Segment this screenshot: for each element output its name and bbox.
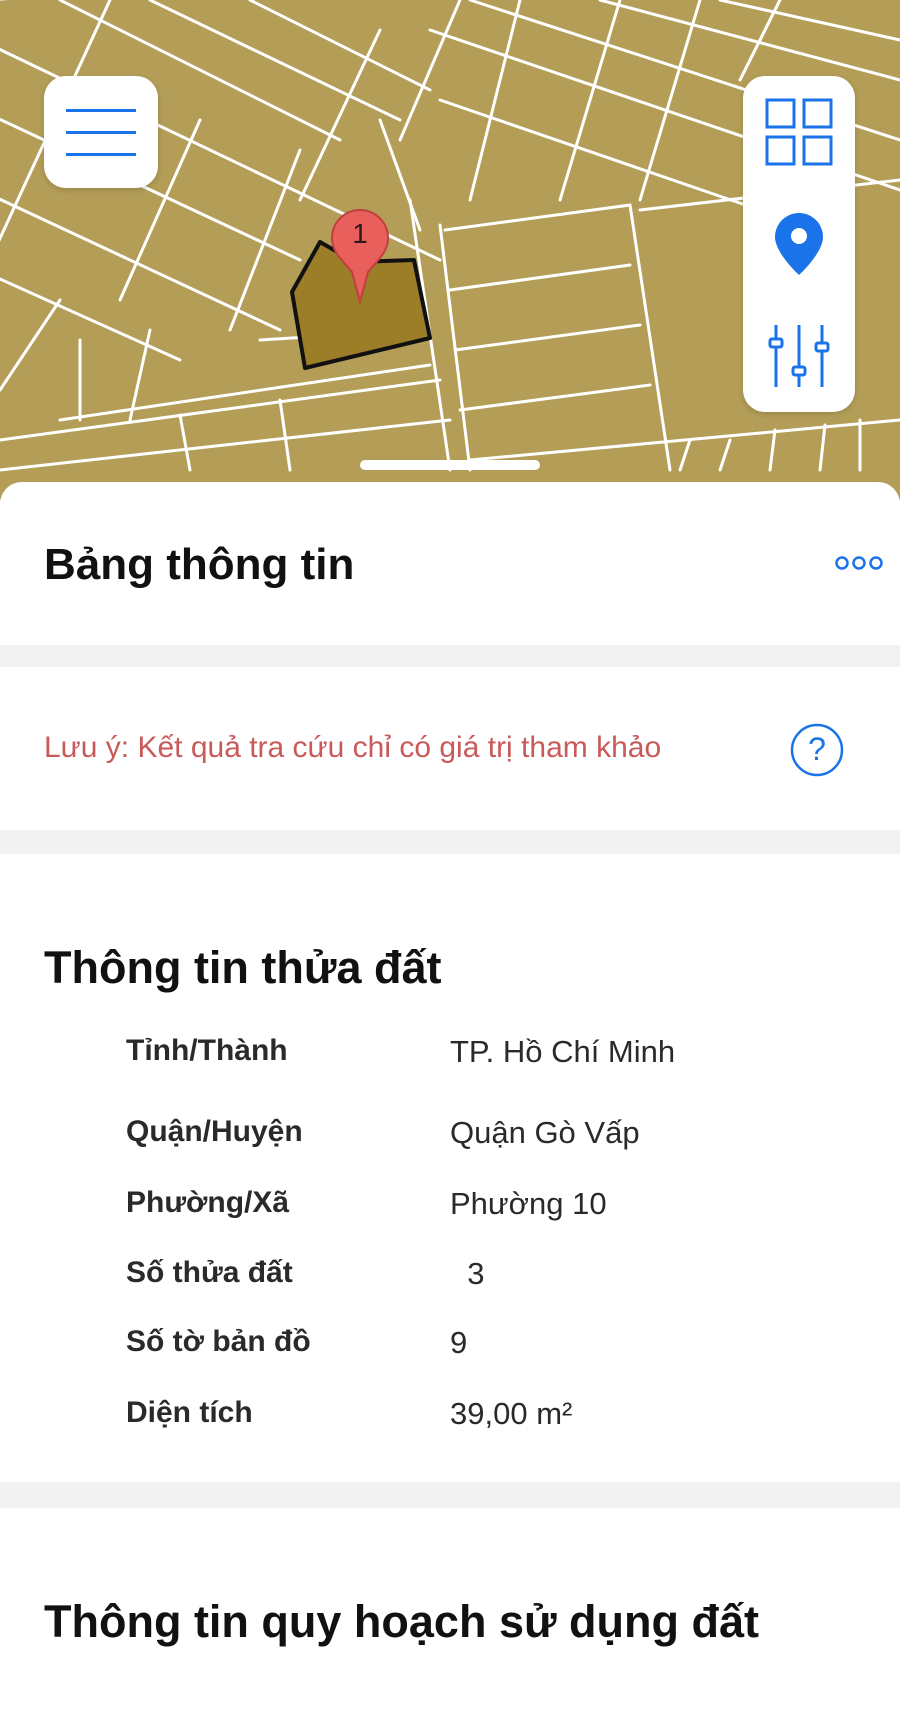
info-row: Tỉnh/Thành TP. Hồ Chí Minh — [0, 1034, 900, 1084]
more-button[interactable] — [832, 546, 886, 580]
info-label: Phường/Xã — [126, 1186, 290, 1219]
info-label: Số tờ bản đồ — [126, 1325, 311, 1358]
info-label: Quận/Huyện — [126, 1115, 303, 1148]
info-value: 9 — [450, 1325, 468, 1360]
drag-handle[interactable] — [360, 460, 540, 470]
info-value: Quận Gò Vấp — [450, 1115, 640, 1150]
help-button[interactable]: ? — [790, 723, 844, 777]
map-tools — [743, 76, 855, 412]
grid-icon — [765, 98, 833, 166]
section-divider — [0, 1482, 900, 1508]
info-label: Diện tích — [126, 1396, 253, 1429]
disclaimer-note: Lưu ý: Kết quả tra cứu chỉ có giá trị th… — [44, 731, 662, 764]
section-divider — [0, 645, 900, 667]
help-glyph: ? — [808, 731, 826, 767]
info-label: Tỉnh/Thành — [126, 1034, 288, 1067]
more-dots-icon — [835, 556, 883, 570]
location-pin-icon — [775, 213, 823, 275]
info-row: Quận/Huyện Quận Gò Vấp — [0, 1115, 900, 1165]
map-view[interactable]: 1 — [0, 0, 900, 500]
info-row: Phường/Xã Phường 10 — [0, 1186, 900, 1236]
sliders-icon — [768, 325, 830, 387]
info-row: Số thửa đất 3 — [0, 1256, 900, 1306]
info-value: 39,00 m² — [450, 1396, 573, 1431]
info-value: Phường 10 — [450, 1186, 607, 1221]
planning-info-title: Thông tin quy hoạch sử dụng đất — [44, 1596, 760, 1647]
info-row: Diện tích 39,00 m² — [0, 1396, 900, 1446]
info-row: Số tờ bản đồ 9 — [0, 1325, 900, 1375]
section-divider — [0, 830, 900, 854]
info-label: Số thửa đất — [126, 1256, 293, 1289]
info-value: TP. Hồ Chí Minh — [450, 1034, 676, 1069]
hamburger-menu-icon — [66, 109, 136, 156]
locate-button[interactable] — [743, 188, 855, 300]
sheet-title: Bảng thông tin — [44, 540, 355, 589]
map-marker-label[interactable]: 1 — [340, 218, 380, 250]
layers-button[interactable] — [743, 76, 855, 188]
info-value: 3 — [450, 1256, 485, 1291]
filter-button[interactable] — [743, 300, 855, 412]
parcel-info-title: Thông tin thửa đất — [44, 942, 442, 993]
menu-button[interactable] — [44, 76, 158, 188]
